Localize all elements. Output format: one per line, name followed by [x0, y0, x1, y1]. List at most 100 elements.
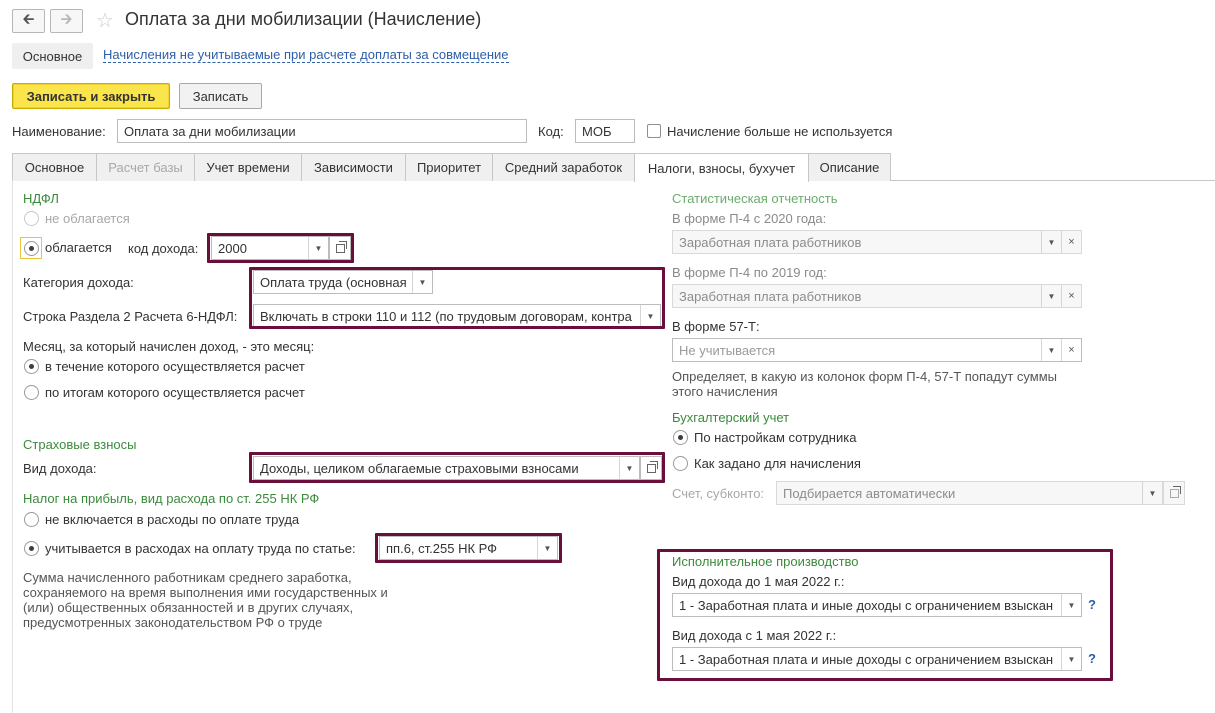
chevron-down-icon[interactable]: ▼ [640, 305, 660, 327]
ndfl-header: НДФЛ [23, 191, 59, 206]
income-kind-select[interactable]: Доходы, целиком облагаемые страховыми вз… [253, 456, 640, 480]
income-category-select[interactable]: Оплата труда (основная ▼ [253, 270, 433, 294]
chevron-down-icon[interactable]: ▼ [1061, 648, 1081, 670]
radio-included[interactable] [24, 541, 39, 556]
article-select[interactable]: пп.6, ст.255 НК РФ ▼ [379, 536, 558, 560]
code-label: Код: [538, 124, 564, 139]
save-and-close-button[interactable]: Записать и закрыть [12, 83, 170, 109]
tab-label: Зависимости [314, 160, 393, 175]
not-included-label: не включается в расходы по оплате труда [45, 512, 300, 527]
profit-tax-note: Сумма начисленного работникам среднего з… [23, 570, 388, 630]
statistics-header: Статистическая отчетность [672, 191, 838, 206]
income-code-input[interactable]: 2000 ▼ [211, 236, 329, 260]
help-icon[interactable]: ? [1088, 651, 1096, 666]
radio-month-current[interactable] [24, 359, 39, 374]
open-icon[interactable] [329, 236, 351, 260]
arrow-left-icon: 🡰 [22, 10, 35, 28]
clear-icon[interactable]: × [1061, 285, 1081, 307]
p4-2019-value: Заработная плата работников [679, 288, 862, 304]
after-label: Вид дохода с 1 мая 2022 г.: [672, 628, 837, 643]
not-used-checkbox[interactable] [647, 124, 661, 138]
chevron-down-icon[interactable]: ▼ [1142, 482, 1162, 504]
income-kind-label: Вид дохода: [23, 461, 97, 476]
tab-description[interactable]: Описание [808, 153, 891, 181]
chevron-down-icon[interactable]: ▼ [412, 271, 432, 293]
as-set-label: Как задано для начисления [694, 456, 861, 471]
open-icon[interactable] [640, 456, 662, 480]
account-select[interactable]: Подбирается автоматически ▼ [776, 481, 1163, 505]
radio-not-included[interactable] [24, 512, 39, 527]
accounting-header: Бухгалтерский учет [672, 410, 790, 425]
arrow-right-icon: 🡲 [60, 10, 73, 28]
clear-icon[interactable]: × [1061, 231, 1081, 253]
by-employee-label: По настройкам сотрудника [694, 430, 857, 445]
chevron-down-icon[interactable]: ▼ [619, 457, 639, 479]
included-label: учитывается в расходах на оплату труда п… [45, 541, 356, 556]
before-select[interactable]: 1 - Заработная плата и иные доходы с огр… [672, 593, 1082, 617]
profit-tax-header: Налог на прибыль, вид расхода по ст. 255… [23, 491, 320, 506]
name-input[interactable]: Оплата за дни мобилизации [117, 119, 527, 143]
tab-label: Описание [819, 160, 880, 175]
p4-2020-value: Заработная плата работников [679, 234, 862, 250]
tab-main-top[interactable]: Основное [12, 43, 93, 69]
open-icon[interactable] [1163, 481, 1185, 505]
chevron-down-icon[interactable]: ▼ [308, 237, 328, 259]
tab-label: Учет времени [206, 160, 290, 175]
tab-main-top-label: Основное [22, 48, 83, 64]
p4-2020-select[interactable]: Заработная плата работников ▼ × [672, 230, 1082, 254]
after-value: 1 - Заработная плата и иные доходы с огр… [679, 651, 1054, 667]
enforcement-header: Исполнительное производство [672, 554, 859, 569]
report-row-value: Включать в строки 110 и 112 (по трудовым… [260, 308, 632, 324]
month-current-label: в течение которого осуществляется расчет [45, 359, 305, 374]
back-button[interactable]: 🡰 [12, 9, 45, 33]
chevron-down-icon[interactable]: ▼ [1041, 231, 1061, 253]
after-select[interactable]: 1 - Заработная плата и иные доходы с огр… [672, 647, 1082, 671]
income-category-value: Оплата труда (основная [260, 274, 407, 290]
tab-priority[interactable]: Приоритет [405, 153, 493, 181]
forward-button[interactable]: 🡲 [50, 9, 83, 33]
p4-2019-label: В форме П-4 по 2019 год: [672, 265, 827, 280]
tab-main[interactable]: Основное [12, 153, 97, 181]
tab-taxes[interactable]: Налоги, взносы, бухучет [634, 153, 809, 182]
name-label: Наименование: [12, 124, 106, 139]
p4-2020-label: В форме П-4 с 2020 года: [672, 211, 827, 226]
month-label: Месяц, за который начислен доход, - это … [23, 339, 315, 354]
code-value: МОБ [582, 123, 612, 139]
tab-dependencies[interactable]: Зависимости [301, 153, 406, 181]
clear-icon[interactable]: × [1061, 339, 1081, 361]
code-input[interactable]: МОБ [575, 119, 635, 143]
f57-label: В форме 57-Т: [672, 319, 760, 334]
p4-2019-select[interactable]: Заработная плата работников ▼ × [672, 284, 1082, 308]
not-used-label: Начисление больше не используется [667, 124, 893, 139]
tab-time[interactable]: Учет времени [194, 153, 302, 181]
report-row-label: Строка Раздела 2 Расчета 6-НДФЛ: [23, 309, 238, 324]
chevron-down-icon[interactable]: ▼ [1041, 285, 1061, 307]
radio-taxed[interactable] [24, 241, 39, 256]
report-row-select[interactable]: Включать в строки 110 и 112 (по трудовым… [253, 304, 661, 328]
f57-select[interactable]: Не учитывается ▼ × [672, 338, 1082, 362]
month-result-label: по итогам которого осуществляется расчет [45, 385, 305, 400]
help-icon[interactable]: ? [1088, 597, 1096, 612]
chevron-down-icon[interactable]: ▼ [1061, 594, 1081, 616]
link-excluded-accruals[interactable]: Начисления не учитываемые при расчете до… [103, 48, 509, 63]
insurance-header: Страховые взносы [23, 437, 137, 452]
income-category-label: Категория дохода: [23, 275, 134, 290]
tab-label: Средний заработок [504, 160, 623, 175]
statistics-note: Определяет, в какую из колонок форм П-4,… [672, 369, 1058, 399]
before-label: Вид дохода до 1 мая 2022 г.: [672, 574, 845, 589]
not-taxed-label: не облагается [45, 211, 130, 226]
chevron-down-icon[interactable]: ▼ [537, 537, 557, 559]
chevron-down-icon[interactable]: ▼ [1041, 339, 1061, 361]
income-kind-value: Доходы, целиком облагаемые страховыми вз… [260, 460, 579, 476]
account-label: Счет, субконто: [672, 486, 765, 501]
radio-by-employee[interactable] [673, 430, 688, 445]
tab-avg-earnings[interactable]: Средний заработок [492, 153, 635, 181]
page-title: Оплата за дни мобилизации (Начисление) [125, 9, 482, 29]
star-icon[interactable]: ☆ [96, 8, 114, 33]
radio-as-set[interactable] [673, 456, 688, 471]
save-button[interactable]: Записать [179, 83, 262, 109]
radio-month-result[interactable] [24, 385, 39, 400]
income-code-value: 2000 [218, 240, 247, 256]
tab-base-calc[interactable]: Расчет базы [96, 153, 195, 181]
radio-not-taxed[interactable] [24, 211, 39, 226]
